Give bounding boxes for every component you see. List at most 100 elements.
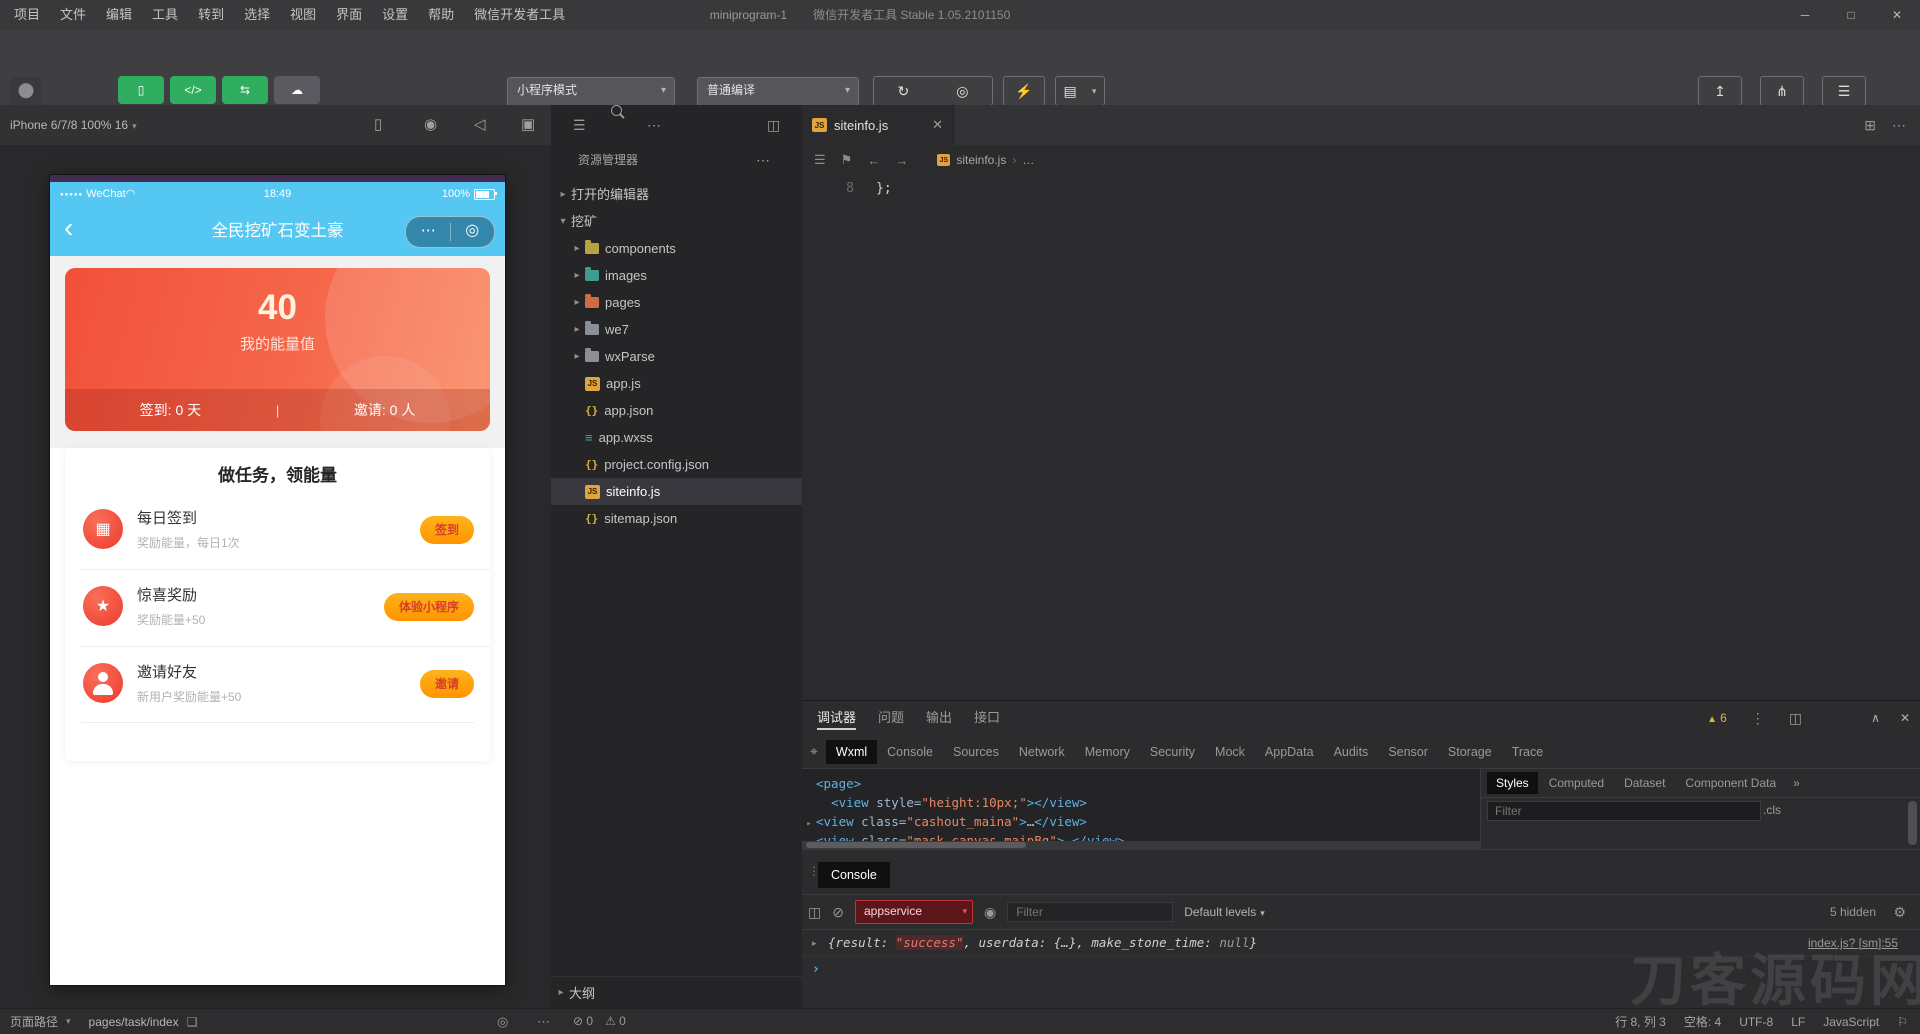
file-list-icon[interactable]: ☰ [573, 105, 586, 145]
compile-icon[interactable]: ↻ [898, 83, 910, 100]
vertical-scrollbar[interactable] [1908, 801, 1917, 845]
inspector-button[interactable]: ⇆ [222, 76, 268, 104]
navigate-forward-icon[interactable]: → [895, 153, 908, 168]
capsule-home-icon[interactable]: ◎ [451, 217, 495, 247]
tree-item-components[interactable]: ▸ components [551, 235, 802, 262]
audio-icon[interactable]: ◁ [474, 105, 486, 145]
live-expression-icon[interactable]: ◉ [984, 904, 996, 921]
menubar-item[interactable]: 界面 [326, 0, 372, 30]
collapse-panel-icon[interactable]: ∧ [1871, 711, 1880, 725]
outline-list-icon[interactable]: ☰ [814, 152, 826, 168]
tree-item-project.config.json[interactable]: {} project.config.json [551, 451, 802, 478]
page-path-select[interactable]: 页面路径 [10, 1013, 58, 1030]
clear-console-icon[interactable]: ⊘ [832, 904, 844, 921]
devtools-tab-Security[interactable]: Security [1140, 740, 1205, 764]
menubar-item[interactable]: 文件 [50, 0, 96, 30]
dock-side-icon[interactable]: ◫ [1789, 710, 1802, 727]
outline-section[interactable]: ▸ 大纲 [551, 976, 802, 1007]
task-action-button[interactable]: 体验小程序 [383, 593, 474, 621]
devtools-tab-Wxml[interactable]: Wxml [825, 739, 878, 764]
styles-tab-Dataset[interactable]: Dataset [1615, 772, 1674, 794]
device-icon[interactable]: ▯ [374, 105, 382, 145]
search-icon[interactable] [611, 105, 622, 116]
task-action-button[interactable]: 邀请 [419, 670, 474, 698]
kebab-menu-icon[interactable]: ⋮ [1751, 710, 1765, 727]
menubar-item[interactable]: 微信开发者工具 [464, 0, 575, 30]
tree-item-app.js[interactable]: JS app.js [551, 370, 802, 397]
styles-tab-Component Data[interactable]: Component Data [1676, 772, 1785, 794]
menubar-item[interactable]: 工具 [142, 0, 188, 30]
devtools-tab-Network[interactable]: Network [1009, 740, 1075, 764]
tree-item-we7[interactable]: ▸ we7 [551, 316, 802, 343]
tree-item-sitemap.json[interactable]: {} sitemap.json [551, 505, 802, 532]
capsule-more-icon[interactable]: ⋯ [406, 217, 450, 247]
tree-item-app.wxss[interactable]: ≡ app.wxss [551, 424, 802, 451]
version-manage-button[interactable]: ⋔ [1760, 76, 1804, 106]
menubar-item[interactable]: 视图 [280, 0, 326, 30]
styles-filter-input[interactable] [1487, 801, 1761, 821]
editor-button[interactable]: </> [170, 76, 216, 104]
devtools-tab-Sources[interactable]: Sources [943, 740, 1009, 764]
copy-path-icon[interactable]: ❏ [187, 1015, 198, 1029]
navigate-back-icon[interactable]: ← [867, 153, 880, 168]
chevron-down-icon[interactable]: ▾ [1092, 86, 1097, 97]
more-actions-icon[interactable]: ⋯ [1892, 117, 1906, 134]
cls-toggle-button[interactable]: .cls [1763, 803, 1781, 817]
more-icon[interactable]: ⋯ [647, 105, 661, 145]
status-item[interactable]: UTF-8 [1739, 1015, 1773, 1029]
close-panel-icon[interactable]: ✕ [1900, 711, 1910, 725]
gear-icon[interactable]: ⚙ [1893, 904, 1906, 921]
devtools-tab-Trace[interactable]: Trace [1502, 740, 1554, 764]
feedback-flag-icon[interactable]: ⚐ [1897, 1015, 1908, 1029]
tree-item-images[interactable]: ▸ images [551, 262, 802, 289]
menubar-item[interactable]: 选择 [234, 0, 280, 30]
menubar-item[interactable]: 编辑 [96, 0, 142, 30]
record-icon[interactable]: ◉ [424, 105, 437, 145]
console-prompt[interactable]: › [802, 957, 1920, 983]
devtools-tab-AppData[interactable]: AppData [1255, 740, 1324, 764]
console-sidebar-icon[interactable]: ◫ [808, 904, 821, 921]
device-debug-icon[interactable]: ⚡ [1015, 83, 1032, 100]
status-item[interactable]: 行 8, 列 3 [1615, 1013, 1666, 1030]
wxml-line[interactable]: <view style="height:10px;"></view> [802, 793, 1480, 812]
mode-select[interactable]: 小程序模式 ▾ [507, 77, 675, 106]
devtools-tab-Audits[interactable]: Audits [1324, 740, 1379, 764]
bookmark-icon[interactable]: ⚑ [841, 152, 853, 168]
tree-item-打开的编辑器[interactable]: ▸ 打开的编辑器 [551, 181, 802, 208]
console-filter-input[interactable] [1007, 902, 1174, 922]
devtools-tab-Mock[interactable]: Mock [1205, 740, 1255, 764]
menubar-item[interactable]: 帮助 [418, 0, 464, 30]
statusbar-more-icon[interactable]: ⋯ [537, 1009, 550, 1034]
screenshot-icon[interactable]: ▣ [521, 105, 535, 145]
tree-item-pages[interactable]: ▸ pages [551, 289, 802, 316]
cloud-dev-button[interactable]: ☁ [274, 76, 320, 104]
task-action-button[interactable]: 签到 [419, 516, 474, 544]
maximize-icon[interactable]: □ [1828, 0, 1874, 30]
execution-context-select[interactable]: appservice ▾ [854, 900, 973, 924]
split-editor-icon[interactable]: ⊞ [1864, 117, 1876, 134]
menubar-item[interactable]: 转到 [188, 0, 234, 30]
horizontal-scrollbar[interactable] [802, 841, 1480, 849]
current-page-path[interactable]: pages/task/index [89, 1015, 179, 1029]
preview-icon[interactable]: ◎ [956, 83, 968, 100]
simulator-button[interactable]: ▯ [118, 76, 164, 104]
explorer-more-icon[interactable]: ⋯ [756, 145, 770, 175]
status-item[interactable]: LF [1791, 1015, 1805, 1029]
compile-mode-select[interactable]: 普通编译 ▾ [697, 77, 859, 106]
styles-tab-Computed[interactable]: Computed [1540, 772, 1613, 794]
close-tab-icon[interactable]: ✕ [932, 117, 943, 133]
tree-item-挖矿[interactable]: ▾ 挖矿 [551, 208, 802, 235]
menubar-item[interactable]: 项目 [4, 0, 50, 30]
tree-item-app.json[interactable]: {} app.json [551, 397, 802, 424]
status-item[interactable]: JavaScript [1823, 1015, 1879, 1029]
preview-eye-icon[interactable]: ◎ [497, 1009, 508, 1034]
clear-cache-icon[interactable]: ▤ [1064, 83, 1077, 100]
devtools-tab-Console[interactable]: Console [877, 740, 943, 764]
source-link[interactable]: index.js? [sm]:55 [1808, 930, 1898, 956]
wxml-line[interactable]: <page> [802, 774, 1480, 793]
status-item[interactable]: 空格: 4 [1684, 1013, 1721, 1030]
tree-item-siteinfo.js[interactable]: JS siteinfo.js [551, 478, 802, 505]
minimize-icon[interactable]: ─ [1782, 0, 1828, 30]
console-tab[interactable]: Console [818, 862, 890, 888]
devtools-tab-Sensor[interactable]: Sensor [1378, 740, 1438, 764]
